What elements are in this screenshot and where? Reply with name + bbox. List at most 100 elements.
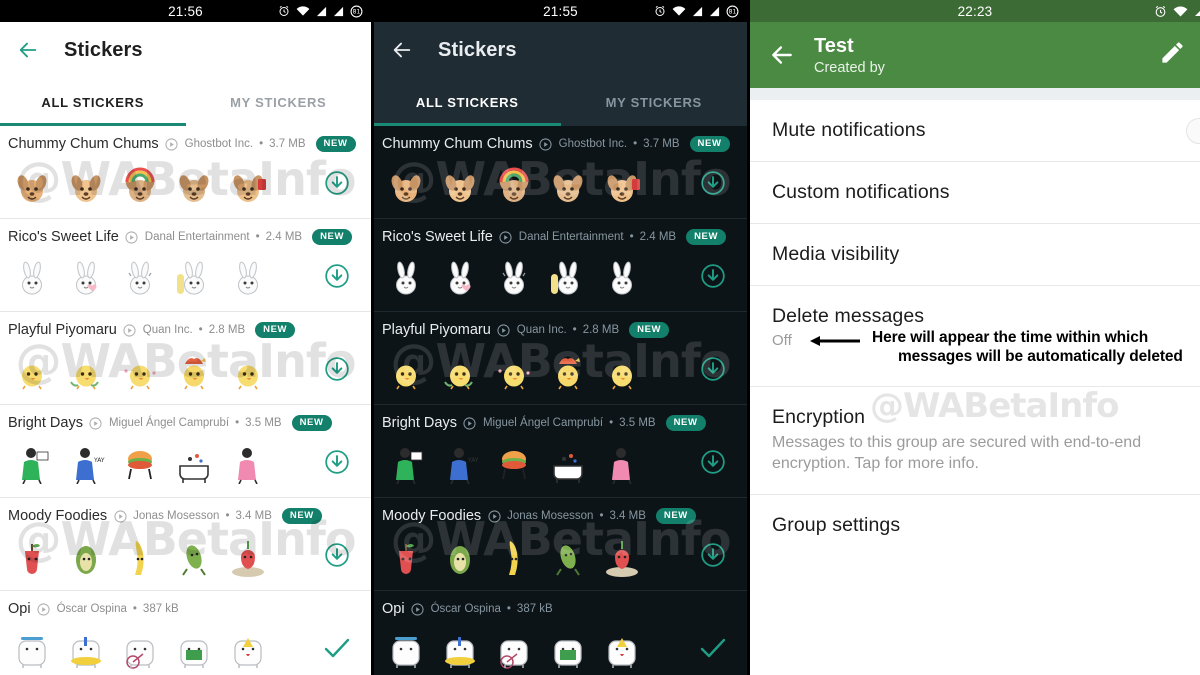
download-icon[interactable] xyxy=(691,542,735,568)
sticker-thumbnail[interactable] xyxy=(226,440,270,484)
sticker-thumbnail[interactable] xyxy=(384,533,428,577)
sticker-pack-row[interactable]: Playful Piyomaru Quan Inc. • 2.8 MB NEW xyxy=(374,312,747,405)
download-icon[interactable] xyxy=(315,356,359,382)
sticker-thumbnail[interactable] xyxy=(10,161,54,205)
tab-my-stickers[interactable]: MY STICKERS xyxy=(561,78,748,126)
sticker-thumbnail[interactable]: YAY xyxy=(64,440,108,484)
sticker-thumbnail[interactable] xyxy=(384,254,428,298)
sticker-pack-row[interactable]: Chummy Chum Chums Ghostbot Inc. • 3.7 MB… xyxy=(0,126,371,219)
sticker-thumbnail[interactable] xyxy=(118,161,162,205)
sticker-pack-row[interactable]: Opi Óscar Ospina • 387 kB xyxy=(0,591,371,675)
sticker-thumbnail[interactable] xyxy=(492,533,536,577)
sticker-thumbnail[interactable] xyxy=(172,254,216,298)
sticker-pack-row[interactable]: Opi Óscar Ospina • 387 kB xyxy=(374,591,747,675)
sticker-thumbnail[interactable] xyxy=(492,626,536,670)
sticker-thumbnail[interactable] xyxy=(546,626,590,670)
sticker-thumbnail[interactable] xyxy=(384,440,428,484)
download-icon[interactable] xyxy=(315,263,359,289)
download-icon[interactable] xyxy=(691,170,735,196)
back-arrow-icon[interactable] xyxy=(378,26,426,74)
group-setting-item[interactable]: Encryption Messages to this group are sec… xyxy=(750,387,1200,495)
sticker-thumbnail[interactable] xyxy=(226,254,270,298)
sticker-thumbnail[interactable] xyxy=(172,440,216,484)
download-icon[interactable] xyxy=(315,170,359,196)
sticker-thumbnail[interactable] xyxy=(600,440,644,484)
sticker-thumbnail[interactable] xyxy=(10,626,54,670)
sticker-thumbnail[interactable] xyxy=(118,440,162,484)
sticker-thumbnail[interactable] xyxy=(546,440,590,484)
sticker-thumbnail[interactable] xyxy=(172,161,216,205)
sticker-thumbnail[interactable] xyxy=(118,626,162,670)
sticker-thumbnail[interactable] xyxy=(492,254,536,298)
sticker-thumbnail[interactable] xyxy=(546,347,590,391)
sticker-thumbnail[interactable] xyxy=(10,347,54,391)
sticker-thumbnail[interactable] xyxy=(384,161,428,205)
sticker-pack-row[interactable]: Bright Days Miguel Ángel Camprubí • 3.5 … xyxy=(0,405,371,498)
sticker-thumbnail[interactable] xyxy=(10,440,54,484)
download-icon[interactable] xyxy=(315,542,359,568)
download-icon[interactable] xyxy=(691,356,735,382)
play-preview-icon[interactable] xyxy=(165,137,179,151)
group-setting-item[interactable]: Media visibility xyxy=(750,224,1200,286)
sticker-thumbnail[interactable]: YAY xyxy=(438,440,482,484)
download-icon[interactable] xyxy=(315,449,359,475)
sticker-thumbnail[interactable] xyxy=(492,347,536,391)
play-preview-icon[interactable] xyxy=(463,416,477,430)
sticker-thumbnail[interactable] xyxy=(118,254,162,298)
sticker-thumbnail[interactable] xyxy=(546,533,590,577)
play-preview-icon[interactable] xyxy=(487,509,501,523)
tab-all-stickers[interactable]: ALL STICKERS xyxy=(374,78,561,126)
sticker-pack-row[interactable]: Bright Days Miguel Ángel Camprubí • 3.5 … xyxy=(374,405,747,498)
play-preview-icon[interactable] xyxy=(411,602,425,616)
sticker-thumbnail[interactable] xyxy=(64,347,108,391)
sticker-thumbnail[interactable] xyxy=(118,347,162,391)
sticker-pack-row[interactable]: Playful Piyomaru Quan Inc. • 2.8 MB NEW xyxy=(0,312,371,405)
sticker-thumbnail[interactable] xyxy=(600,254,644,298)
group-setting-item[interactable]: Delete messages Off Here will appear the… xyxy=(750,286,1200,387)
group-setting-item[interactable]: Custom notifications xyxy=(750,162,1200,224)
sticker-thumbnail[interactable] xyxy=(226,347,270,391)
play-preview-icon[interactable] xyxy=(499,230,513,244)
play-preview-icon[interactable] xyxy=(89,416,103,430)
sticker-pack-list-light[interactable]: Chummy Chum Chums Ghostbot Inc. • 3.7 MB… xyxy=(0,126,371,675)
sticker-thumbnail[interactable] xyxy=(438,254,482,298)
pencil-icon[interactable] xyxy=(1159,39,1186,71)
sticker-thumbnail[interactable] xyxy=(172,533,216,577)
download-icon[interactable] xyxy=(691,449,735,475)
sticker-thumbnail[interactable] xyxy=(546,254,590,298)
sticker-thumbnail[interactable] xyxy=(600,347,644,391)
sticker-thumbnail[interactable] xyxy=(10,533,54,577)
sticker-thumbnail[interactable] xyxy=(438,347,482,391)
sticker-thumbnail[interactable] xyxy=(64,161,108,205)
sticker-thumbnail[interactable] xyxy=(226,161,270,205)
play-preview-icon[interactable] xyxy=(113,509,127,523)
sticker-thumbnail[interactable] xyxy=(226,533,270,577)
sticker-thumbnail[interactable] xyxy=(64,533,108,577)
sticker-pack-row[interactable]: Moody Foodies Jonas Mosesson • 3.4 MB NE… xyxy=(0,498,371,591)
sticker-thumbnail[interactable] xyxy=(438,161,482,205)
back-arrow-icon[interactable] xyxy=(756,29,808,81)
sticker-thumbnail[interactable] xyxy=(118,533,162,577)
group-setting-item[interactable]: Mute notifications xyxy=(750,100,1200,162)
play-preview-icon[interactable] xyxy=(123,323,137,337)
download-icon[interactable] xyxy=(691,263,735,289)
sticker-thumbnail[interactable] xyxy=(226,626,270,670)
sticker-thumbnail[interactable] xyxy=(438,533,482,577)
sticker-thumbnail[interactable] xyxy=(546,161,590,205)
sticker-pack-list-dark[interactable]: Chummy Chum Chums Ghostbot Inc. • 3.7 MB… xyxy=(374,126,747,675)
group-setting-item[interactable]: Group settings xyxy=(750,495,1200,556)
play-preview-icon[interactable] xyxy=(539,137,553,151)
sticker-pack-row[interactable]: Rico's Sweet Life Danal Entertainment • … xyxy=(374,219,747,312)
play-preview-icon[interactable] xyxy=(497,323,511,337)
sticker-thumbnail[interactable] xyxy=(492,440,536,484)
play-preview-icon[interactable] xyxy=(37,602,51,616)
sticker-pack-row[interactable]: Chummy Chum Chums Ghostbot Inc. • 3.7 MB… xyxy=(374,126,747,219)
sticker-thumbnail[interactable] xyxy=(64,626,108,670)
back-arrow-icon[interactable] xyxy=(4,26,52,74)
sticker-thumbnail[interactable] xyxy=(438,626,482,670)
sticker-thumbnail[interactable] xyxy=(10,254,54,298)
sticker-thumbnail[interactable] xyxy=(172,626,216,670)
sticker-pack-row[interactable]: Moody Foodies Jonas Mosesson • 3.4 MB NE… xyxy=(374,498,747,591)
tab-my-stickers[interactable]: MY STICKERS xyxy=(186,78,372,126)
tab-all-stickers[interactable]: ALL STICKERS xyxy=(0,78,186,126)
